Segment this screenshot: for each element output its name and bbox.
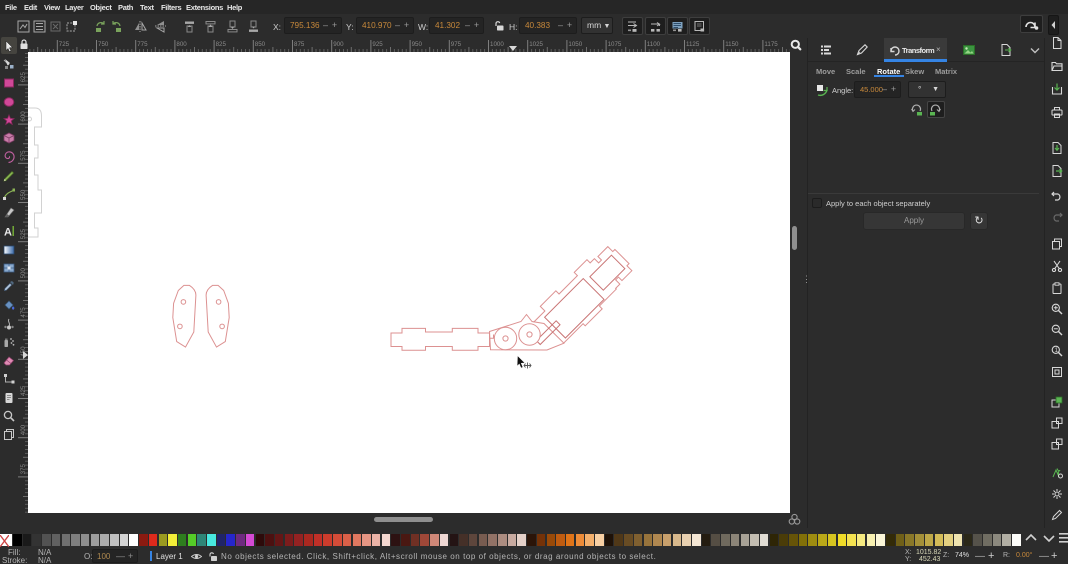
svg-text:850: 850 [255,41,266,48]
svg-text:800: 800 [176,41,187,48]
svg-text:1075: 1075 [608,41,622,48]
svg-text:925: 925 [372,41,383,48]
svg-text:950: 950 [412,41,423,48]
svg-text:1175: 1175 [764,41,778,48]
svg-text:825: 825 [216,41,227,48]
svg-text:1150: 1150 [725,41,739,48]
svg-text:A: A [4,227,12,238]
svg-text:1100: 1100 [647,41,661,48]
svg-text:1025: 1025 [529,41,543,48]
svg-text:900: 900 [333,41,344,48]
svg-text:1000: 1000 [490,41,504,48]
svg-text:1125: 1125 [686,41,700,48]
svg-text:775: 775 [137,41,148,48]
svg-text:1050: 1050 [568,41,582,48]
svg-text:975: 975 [451,41,462,48]
svg-text:750: 750 [98,41,109,48]
svg-text:725: 725 [59,41,70,48]
svg-text:875: 875 [294,41,305,48]
